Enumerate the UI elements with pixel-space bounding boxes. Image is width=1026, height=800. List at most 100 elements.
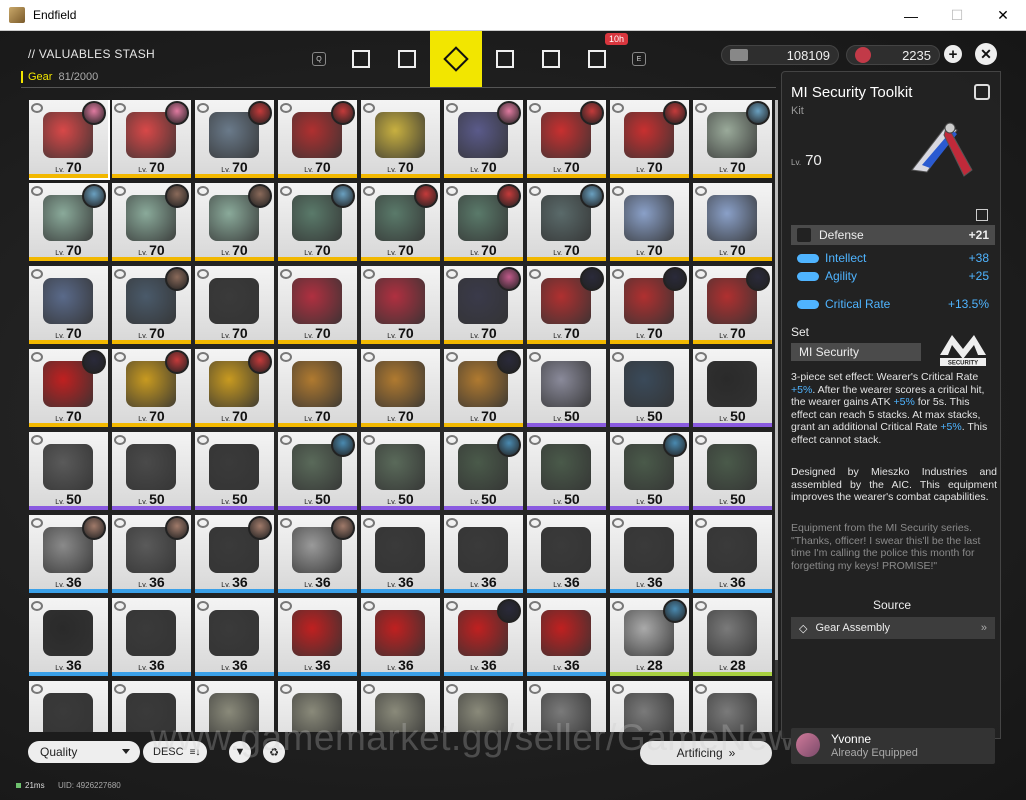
gear-item-card[interactable] xyxy=(610,681,689,732)
gear-item-card[interactable]: Lv. 50 xyxy=(112,432,191,510)
gear-item-card[interactable] xyxy=(527,681,606,732)
gear-item-card[interactable]: Lv. 70 xyxy=(361,349,440,427)
tab-special[interactable]: 10h xyxy=(574,31,628,87)
gear-item-card[interactable]: Lv. 70 xyxy=(29,266,108,344)
rarity-bar xyxy=(195,672,274,676)
set-name[interactable]: MI Security xyxy=(791,343,921,361)
gear-item-card[interactable] xyxy=(693,681,772,732)
gear-item-card[interactable]: Lv. 70 xyxy=(278,349,357,427)
tab-materials[interactable] xyxy=(482,31,528,87)
gear-item-card[interactable]: Lv. 36 xyxy=(195,598,274,676)
gear-item-card[interactable]: Lv. 70 xyxy=(444,349,523,427)
gear-item-card[interactable]: Lv. 70 xyxy=(29,100,110,180)
gear-item-card[interactable]: Lv. 70 xyxy=(278,100,357,178)
gear-item-card[interactable]: Lv. 36 xyxy=(361,598,440,676)
gear-item-card[interactable]: Lv. 36 xyxy=(527,515,606,593)
scrollbar-thumb[interactable] xyxy=(775,100,778,660)
gear-item-card[interactable]: Lv. 70 xyxy=(527,266,606,344)
gear-item-card[interactable]: Lv. 70 xyxy=(112,349,191,427)
gear-item-card[interactable]: Lv. 70 xyxy=(29,349,108,427)
gear-item-card[interactable]: Lv. 50 xyxy=(610,432,689,510)
gear-item-card[interactable]: Lv. 36 xyxy=(444,515,523,593)
artificing-button[interactable]: Artificing » xyxy=(640,741,772,765)
currency-oroberyl[interactable]: 108109 xyxy=(721,45,839,65)
gear-item-card[interactable]: Lv. 36 xyxy=(112,598,191,676)
gear-item-card[interactable]: Lv. 50 xyxy=(278,432,357,510)
gear-item-card[interactable]: Lv. 70 xyxy=(693,266,772,344)
gear-item-card[interactable]: Lv. 50 xyxy=(610,349,689,427)
gear-level: Lv. 50 xyxy=(719,491,746,507)
inspect-icon[interactable] xyxy=(974,84,990,100)
currency-premium[interactable]: 2235 xyxy=(846,45,940,65)
gear-item-card[interactable]: Lv. 70 xyxy=(112,266,191,344)
gear-item-card[interactable]: Lv. 70 xyxy=(527,183,606,261)
gear-item-card[interactable]: Lv. 70 xyxy=(693,183,772,261)
gear-item-card[interactable] xyxy=(361,681,440,732)
gear-item-card[interactable]: Lv. 70 xyxy=(195,266,274,344)
gear-item-card[interactable]: Lv. 70 xyxy=(195,183,274,261)
gear-item-card[interactable]: Lv. 50 xyxy=(361,432,440,510)
gear-item-card[interactable]: Lv. 70 xyxy=(195,100,274,178)
gear-item-card[interactable]: Lv. 36 xyxy=(278,515,357,593)
grid-scrollbar[interactable] xyxy=(775,100,778,732)
gear-item-card[interactable] xyxy=(444,681,523,732)
gear-item-card[interactable]: Lv. 50 xyxy=(693,349,772,427)
gear-item-card[interactable]: Lv. 36 xyxy=(444,598,523,676)
gear-item-card[interactable]: Lv. 36 xyxy=(112,515,191,593)
gear-item-card[interactable]: Lv. 50 xyxy=(693,432,772,510)
gear-item-card[interactable]: Lv. 70 xyxy=(195,349,274,427)
close-stash-button[interactable]: ✕ xyxy=(975,43,997,65)
gear-item-card[interactable]: Lv. 70 xyxy=(361,266,440,344)
gear-item-card[interactable]: Lv. 50 xyxy=(29,432,108,510)
tab-consumables[interactable] xyxy=(528,31,574,87)
gear-item-card[interactable]: Lv. 70 xyxy=(610,100,689,178)
minimize-button[interactable]: — xyxy=(888,0,934,31)
gear-item-card[interactable]: Lv. 70 xyxy=(444,183,523,261)
sort-order-button[interactable]: DESC ≡↓ xyxy=(143,741,207,763)
lock-icon[interactable] xyxy=(976,209,988,221)
gear-item-card[interactable]: Lv. 70 xyxy=(610,183,689,261)
equipped-by-card[interactable]: Yvonne Already Equipped xyxy=(791,728,995,764)
gear-item-card[interactable]: Lv. 70 xyxy=(361,100,440,178)
gear-item-card[interactable]: Lv. 70 xyxy=(527,100,606,178)
currency-ticket-icon xyxy=(730,49,748,61)
gear-item-card[interactable]: Lv. 50 xyxy=(527,432,606,510)
gear-item-card[interactable]: Lv. 36 xyxy=(195,515,274,593)
gear-item-card[interactable] xyxy=(112,681,191,732)
gear-item-card[interactable]: Lv. 36 xyxy=(29,598,108,676)
gear-item-card[interactable]: Lv. 70 xyxy=(693,100,772,178)
gear-item-card[interactable]: Lv. 50 xyxy=(527,349,606,427)
gear-item-card[interactable]: Lv. 36 xyxy=(29,515,108,593)
gear-item-card[interactable]: Lv. 28 xyxy=(693,598,772,676)
gear-item-card[interactable]: Lv. 28 xyxy=(610,598,689,676)
gear-item-card[interactable] xyxy=(195,681,274,732)
recycle-button[interactable]: ♻ xyxy=(263,741,285,763)
gear-item-card[interactable]: Lv. 50 xyxy=(444,432,523,510)
add-currency-button[interactable]: + xyxy=(944,45,962,63)
gear-item-card[interactable]: Lv. 36 xyxy=(693,515,772,593)
gear-item-card[interactable]: Lv. 70 xyxy=(112,183,191,261)
maximize-button[interactable]: ☐ xyxy=(934,0,980,31)
gear-item-card[interactable]: Lv. 70 xyxy=(444,100,523,178)
gear-item-card[interactable]: Lv. 36 xyxy=(278,598,357,676)
gear-item-card[interactable]: Lv. 70 xyxy=(610,266,689,344)
tab-kits[interactable] xyxy=(384,31,430,87)
source-gear-assembly-button[interactable]: ◇ Gear Assembly » xyxy=(791,617,995,639)
close-window-button[interactable]: ✕ xyxy=(980,0,1026,31)
gear-item-card[interactable]: Lv. 50 xyxy=(195,432,274,510)
gear-item-card[interactable]: Lv. 36 xyxy=(361,515,440,593)
gear-item-card[interactable]: Lv. 70 xyxy=(278,266,357,344)
gear-item-card[interactable]: Lv. 70 xyxy=(444,266,523,344)
tab-gear[interactable] xyxy=(430,31,482,87)
gear-item-card[interactable]: Lv. 36 xyxy=(610,515,689,593)
tab-weapons[interactable] xyxy=(338,31,384,87)
gear-item-card[interactable] xyxy=(29,681,108,732)
gear-item-card[interactable]: Lv. 36 xyxy=(527,598,606,676)
gear-item-card[interactable]: Lv. 70 xyxy=(112,100,191,178)
gear-item-card[interactable]: Lv. 70 xyxy=(278,183,357,261)
filter-button[interactable]: ▼ xyxy=(229,741,251,763)
gear-item-card[interactable]: Lv. 70 xyxy=(29,183,108,261)
gear-item-card[interactable]: Lv. 70 xyxy=(361,183,440,261)
sort-dropdown[interactable]: Quality xyxy=(28,741,140,763)
gear-item-card[interactable] xyxy=(278,681,357,732)
